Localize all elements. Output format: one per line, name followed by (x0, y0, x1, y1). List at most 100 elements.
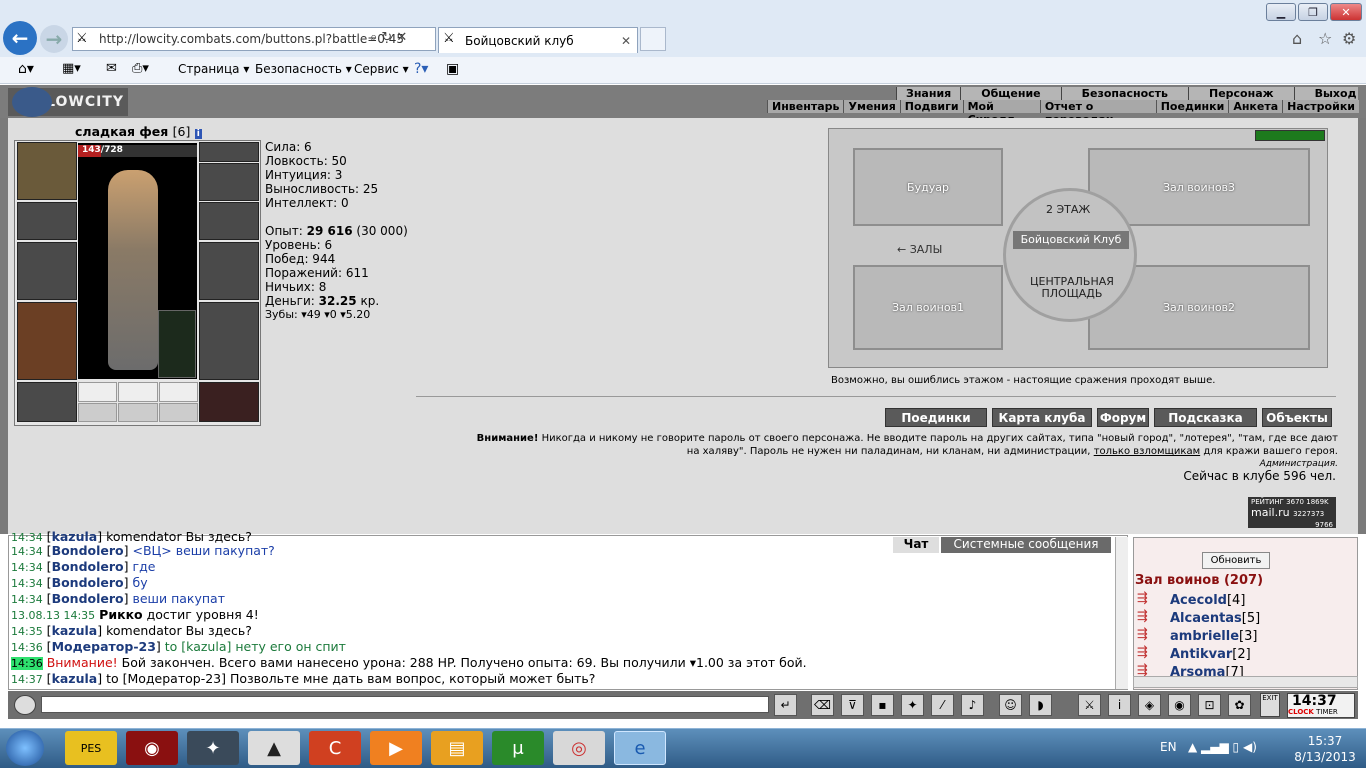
tab-combats[interactable]: Бойцовский клуб ✕ (438, 27, 638, 53)
exit-button[interactable]: EXIT (1260, 693, 1280, 717)
nav-security[interactable]: Безопасность (1060, 87, 1188, 100)
menu-service[interactable]: Сервис ▾ (354, 62, 409, 76)
research-icon[interactable]: ▣ (446, 61, 459, 77)
ccleaner-taskbar-icon[interactable]: C (309, 731, 361, 765)
nav-skills[interactable]: Умения (843, 100, 899, 113)
search-icon[interactable]: ⌕ ↻ ✕ (370, 30, 407, 45)
player-item[interactable]: Arsoma[7] (1170, 665, 1244, 676)
tray-icons[interactable]: ▲ ▂▄▆ ▯ ◀) (1188, 740, 1257, 754)
eye-taskbar-icon[interactable]: ◉ (126, 731, 178, 765)
player-item[interactable]: ambrielle[3] (1170, 629, 1257, 644)
nav-character[interactable]: Персонаж (1188, 87, 1294, 100)
chrome-taskbar-icon[interactable]: ◎ (553, 731, 605, 765)
character-name[interactable]: сладкая фея [6] i (75, 124, 202, 139)
gloves-slot[interactable] (199, 202, 259, 240)
nav-settings[interactable]: Настройки (1282, 100, 1359, 113)
player-list-scrollbar[interactable] (1133, 676, 1358, 688)
filter-icon[interactable]: ⊽ (841, 694, 864, 716)
room-fight-club[interactable]: Бойцовский Клуб (1013, 231, 1129, 249)
mail-icon[interactable]: ✉ (106, 61, 117, 76)
helmet-icon[interactable]: ◗ (1029, 694, 1052, 716)
legs-slot[interactable] (199, 302, 259, 380)
menu-security[interactable]: Безопасность ▾ (255, 62, 352, 76)
favorites-icon[interactable]: ☆ (1318, 29, 1332, 48)
forward-button[interactable]: → (40, 25, 68, 53)
counter-strike-taskbar-icon[interactable]: ✦ (187, 731, 239, 765)
small-slot[interactable] (78, 382, 118, 402)
mask-icon[interactable]: ◉ (1168, 694, 1191, 716)
utorrent-taskbar-icon[interactable]: μ (492, 731, 544, 765)
new-tab-button[interactable] (640, 27, 666, 51)
info-icon[interactable]: i (194, 129, 202, 139)
slash-icon[interactable]: ⁄ (931, 694, 954, 716)
smiley-icon[interactable]: ☺ (999, 694, 1022, 716)
settings-gear-icon[interactable]: ⚙ (1342, 29, 1356, 48)
flower-icon[interactable]: ✿ (1228, 694, 1251, 716)
mail-rating-badge[interactable]: РЕЙТИНГ 3670 1869K mail.ru 3227373 9766 (1248, 497, 1336, 529)
small-slot[interactable] (78, 402, 118, 422)
nav-transfers[interactable]: Отчет о переводах (1039, 100, 1156, 126)
print-icon[interactable]: ⎙▾ (132, 61, 149, 76)
helmet-slot[interactable] (17, 142, 77, 200)
room-boudoir[interactable]: Будуар (853, 148, 1003, 226)
forum-button[interactable]: Форум (1097, 408, 1149, 427)
start-button[interactable] (6, 730, 44, 766)
attack-icon[interactable]: ⇶ ⇶ ⇶ ⇶ ⇶ (1137, 590, 1148, 676)
duels-button[interactable]: Поединки (885, 408, 987, 427)
home-menu-icon[interactable]: ⌂▾ (18, 61, 34, 77)
objects-button[interactable]: Объекты (1262, 408, 1332, 427)
rss-icon[interactable]: ▦▾ (62, 61, 81, 76)
pes-taskbar-icon[interactable]: PES (65, 731, 117, 765)
club-map-button[interactable]: Карта клуба (992, 408, 1092, 427)
close-window-button[interactable]: ✕ (1330, 3, 1362, 21)
assassin-taskbar-icon[interactable]: ▲ (248, 731, 300, 765)
minimize-button[interactable]: ▁ (1266, 3, 1296, 21)
home-icon[interactable]: ⌂ (1292, 29, 1302, 48)
room-warriors1[interactable]: Зал воинов1 (853, 265, 1003, 350)
clan-icon[interactable]: ◈ (1138, 694, 1161, 716)
pet-cat[interactable] (158, 310, 196, 378)
lock-icon[interactable]: ⊡ (1198, 694, 1221, 716)
small-slot[interactable] (118, 402, 158, 422)
refresh-button[interactable]: Обновить (1202, 552, 1270, 569)
weapon-left-slot[interactable] (17, 242, 77, 300)
rings-slot[interactable] (199, 163, 259, 201)
hackers-link[interactable]: только взломщикам (1094, 446, 1200, 457)
back-button[interactable]: ← (3, 21, 37, 55)
menu-page[interactable]: Страница ▾ (178, 62, 249, 76)
nav-knowledge[interactable]: Знания (896, 87, 960, 100)
person-icon[interactable]: ✦ (901, 694, 924, 716)
nav-feats[interactable]: Подвиги (899, 100, 963, 113)
amulet-slot[interactable] (199, 142, 259, 162)
small-slot[interactable] (158, 382, 198, 402)
sword-icon[interactable]: ⚔ (1078, 694, 1101, 716)
info-person-icon[interactable]: i (1108, 694, 1131, 716)
player-item[interactable]: Alcaentas[5] (1170, 611, 1260, 626)
chat-input[interactable] (41, 696, 769, 713)
maximize-button[interactable]: ❐ (1298, 3, 1328, 21)
nav-social[interactable]: Общение (960, 87, 1060, 100)
help-icon[interactable]: ?▾ (414, 61, 428, 77)
ie-taskbar-icon[interactable]: e (614, 731, 666, 765)
hint-button[interactable]: Подсказка (1154, 408, 1257, 427)
armor-slot[interactable] (17, 302, 77, 380)
eraser-icon[interactable]: ⌫ (811, 694, 834, 716)
language-indicator[interactable]: EN (1160, 740, 1177, 754)
smiley-menu-icon[interactable] (14, 695, 36, 715)
player-item[interactable]: Acecold[4] (1170, 593, 1245, 608)
player-item[interactable]: Antikvar[2] (1170, 647, 1251, 662)
belt-slot[interactable] (17, 382, 77, 422)
nav-profile[interactable]: Анкета (1228, 100, 1282, 113)
nav-exit[interactable]: Выход (1293, 87, 1366, 100)
save-icon[interactable]: ▪ (871, 694, 894, 716)
music-icon[interactable]: ♪ (961, 694, 984, 716)
nav-inventory[interactable]: Инвентарь (767, 100, 843, 113)
nav-scroll[interactable]: Мой Скролл (962, 100, 1040, 126)
small-slot[interactable] (118, 382, 158, 402)
weapon-right-slot[interactable] (199, 242, 259, 300)
halls-link[interactable]: ← ЗАЛЫ (897, 243, 942, 256)
send-icon[interactable]: ↵ (774, 694, 797, 716)
nav-duels[interactable]: Поединки (1155, 100, 1229, 113)
small-slot[interactable] (158, 402, 198, 422)
media-player-taskbar-icon[interactable]: ▶ (370, 731, 422, 765)
